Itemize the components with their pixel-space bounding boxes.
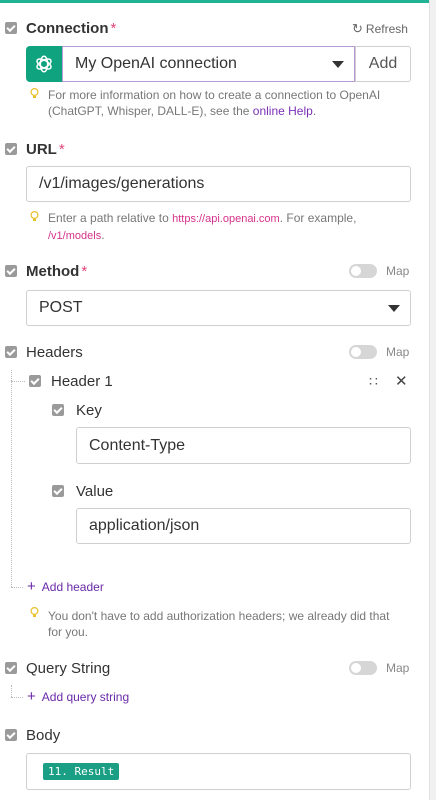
- connection-label: Connection *: [26, 20, 117, 37]
- headers-tree-branch: [11, 381, 25, 382]
- key-label: Key: [76, 402, 102, 419]
- plus-icon: +: [27, 578, 36, 595]
- headers-label: Headers: [26, 344, 83, 361]
- method-checkbox-icon[interactable]: [5, 265, 17, 277]
- add-header-button[interactable]: + Add header: [27, 578, 104, 595]
- headers-tree-branch: [11, 587, 23, 588]
- value-checkbox-icon[interactable]: [52, 485, 64, 497]
- query-string-label: Query String: [26, 660, 111, 677]
- connection-hint: For more information on how to create a …: [48, 88, 381, 118]
- method-map-toggle[interactable]: [349, 264, 377, 278]
- header-value-input[interactable]: application/json: [76, 508, 411, 544]
- lightbulb-icon: [30, 88, 39, 98]
- plus-icon: +: [27, 688, 36, 705]
- refresh-icon: ↻: [352, 21, 363, 36]
- method-label: Method *: [26, 263, 88, 280]
- base-url-link[interactable]: https://api.openai.com: [172, 213, 280, 225]
- url-checkbox-icon[interactable]: [5, 143, 17, 155]
- body-label: Body: [26, 727, 61, 744]
- close-icon[interactable]: ✕: [395, 372, 408, 390]
- url-label: URL *: [26, 141, 65, 158]
- header-key-input[interactable]: Content-Type: [76, 427, 411, 464]
- headers-tree-line: [11, 370, 12, 587]
- right-scroll-edge[interactable]: [429, 0, 436, 800]
- query-string-map-label: Map: [386, 661, 410, 675]
- connection-checkbox-icon[interactable]: [5, 22, 17, 34]
- query-tree-branch: [11, 697, 23, 698]
- headers-map-toggle[interactable]: [349, 345, 377, 359]
- connection-select[interactable]: My OpenAI connection: [62, 46, 355, 82]
- method-map-label: Map: [386, 264, 410, 278]
- openai-logo-icon: [26, 46, 62, 82]
- add-connection-button[interactable]: Add: [355, 46, 411, 82]
- result-mapping-pill[interactable]: 11. Result: [43, 763, 120, 780]
- body-input[interactable]: 11. Result: [26, 753, 411, 790]
- query-string-map-toggle[interactable]: [349, 661, 377, 675]
- drag-handle-icon[interactable]: ∷: [369, 373, 378, 390]
- top-accent-bar: [0, 0, 436, 3]
- lightbulb-icon: [30, 211, 39, 221]
- header-1-label: Header 1: [51, 373, 113, 390]
- header-1-checkbox-icon[interactable]: [29, 375, 41, 387]
- headers-hint: You don't have to add authorization head…: [48, 609, 390, 639]
- add-query-string-button[interactable]: + Add query string: [27, 688, 129, 705]
- online-help-link[interactable]: online Help: [253, 104, 313, 118]
- url-hint: Enter a path relative to https://api.ope…: [48, 211, 357, 242]
- headers-map-label: Map: [386, 345, 410, 359]
- method-dropdown-caret-icon[interactable]: [388, 305, 400, 312]
- query-string-checkbox-icon[interactable]: [5, 662, 17, 674]
- query-tree-line: [11, 685, 12, 697]
- example-path: /v1/models: [48, 230, 102, 242]
- value-label: Value: [76, 483, 114, 500]
- method-select[interactable]: POST: [26, 290, 411, 326]
- key-checkbox-icon[interactable]: [52, 404, 64, 416]
- lightbulb-icon: [30, 607, 39, 617]
- url-input[interactable]: /v1/images/generations: [26, 166, 411, 202]
- headers-checkbox-icon[interactable]: [5, 346, 17, 358]
- body-checkbox-icon[interactable]: [5, 729, 17, 741]
- connection-dropdown-caret-icon[interactable]: [332, 61, 344, 68]
- refresh-button[interactable]: ↻ Refresh: [352, 21, 408, 37]
